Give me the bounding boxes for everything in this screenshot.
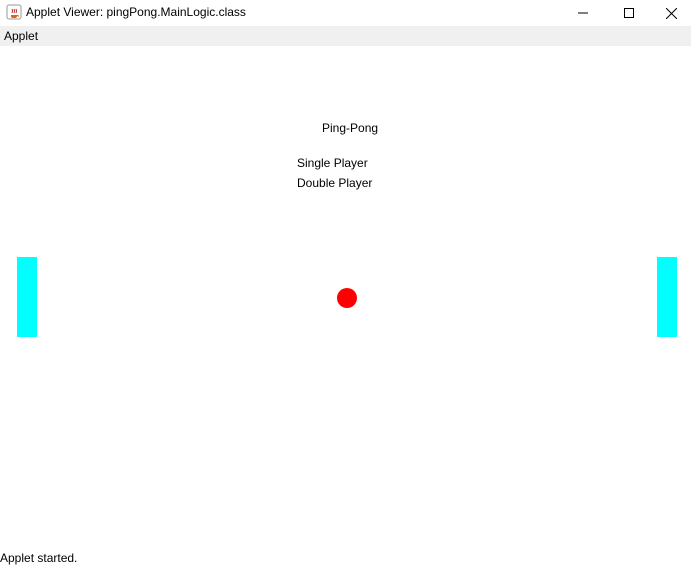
menu-applet[interactable]: Applet	[4, 30, 38, 43]
close-button[interactable]	[651, 0, 691, 26]
title-bar[interactable]: Applet Viewer: pingPong.MainLogic.class	[0, 0, 691, 26]
right-paddle	[657, 257, 677, 337]
minimize-icon	[578, 12, 588, 14]
menu-bar: Applet	[0, 26, 691, 46]
close-icon	[665, 7, 677, 19]
java-coffee-icon	[6, 4, 22, 20]
maximize-icon	[624, 8, 634, 18]
status-bar: Applet started.	[0, 548, 691, 565]
applet-canvas[interactable]: Ping-Pong Single Player Double Player	[0, 46, 691, 548]
applet-viewer-window: Applet Viewer: pingPong.MainLogic.class …	[0, 0, 691, 565]
single-player-option[interactable]: Single Player	[297, 156, 368, 170]
game-title: Ping-Pong	[322, 121, 379, 135]
double-player-option[interactable]: Double Player	[297, 176, 372, 190]
maximize-button[interactable]	[606, 0, 652, 26]
left-paddle	[17, 257, 37, 337]
status-text: Applet started.	[0, 551, 78, 565]
window-title: Applet Viewer: pingPong.MainLogic.class	[26, 5, 246, 19]
ball	[337, 288, 357, 308]
minimize-button[interactable]	[560, 0, 606, 26]
